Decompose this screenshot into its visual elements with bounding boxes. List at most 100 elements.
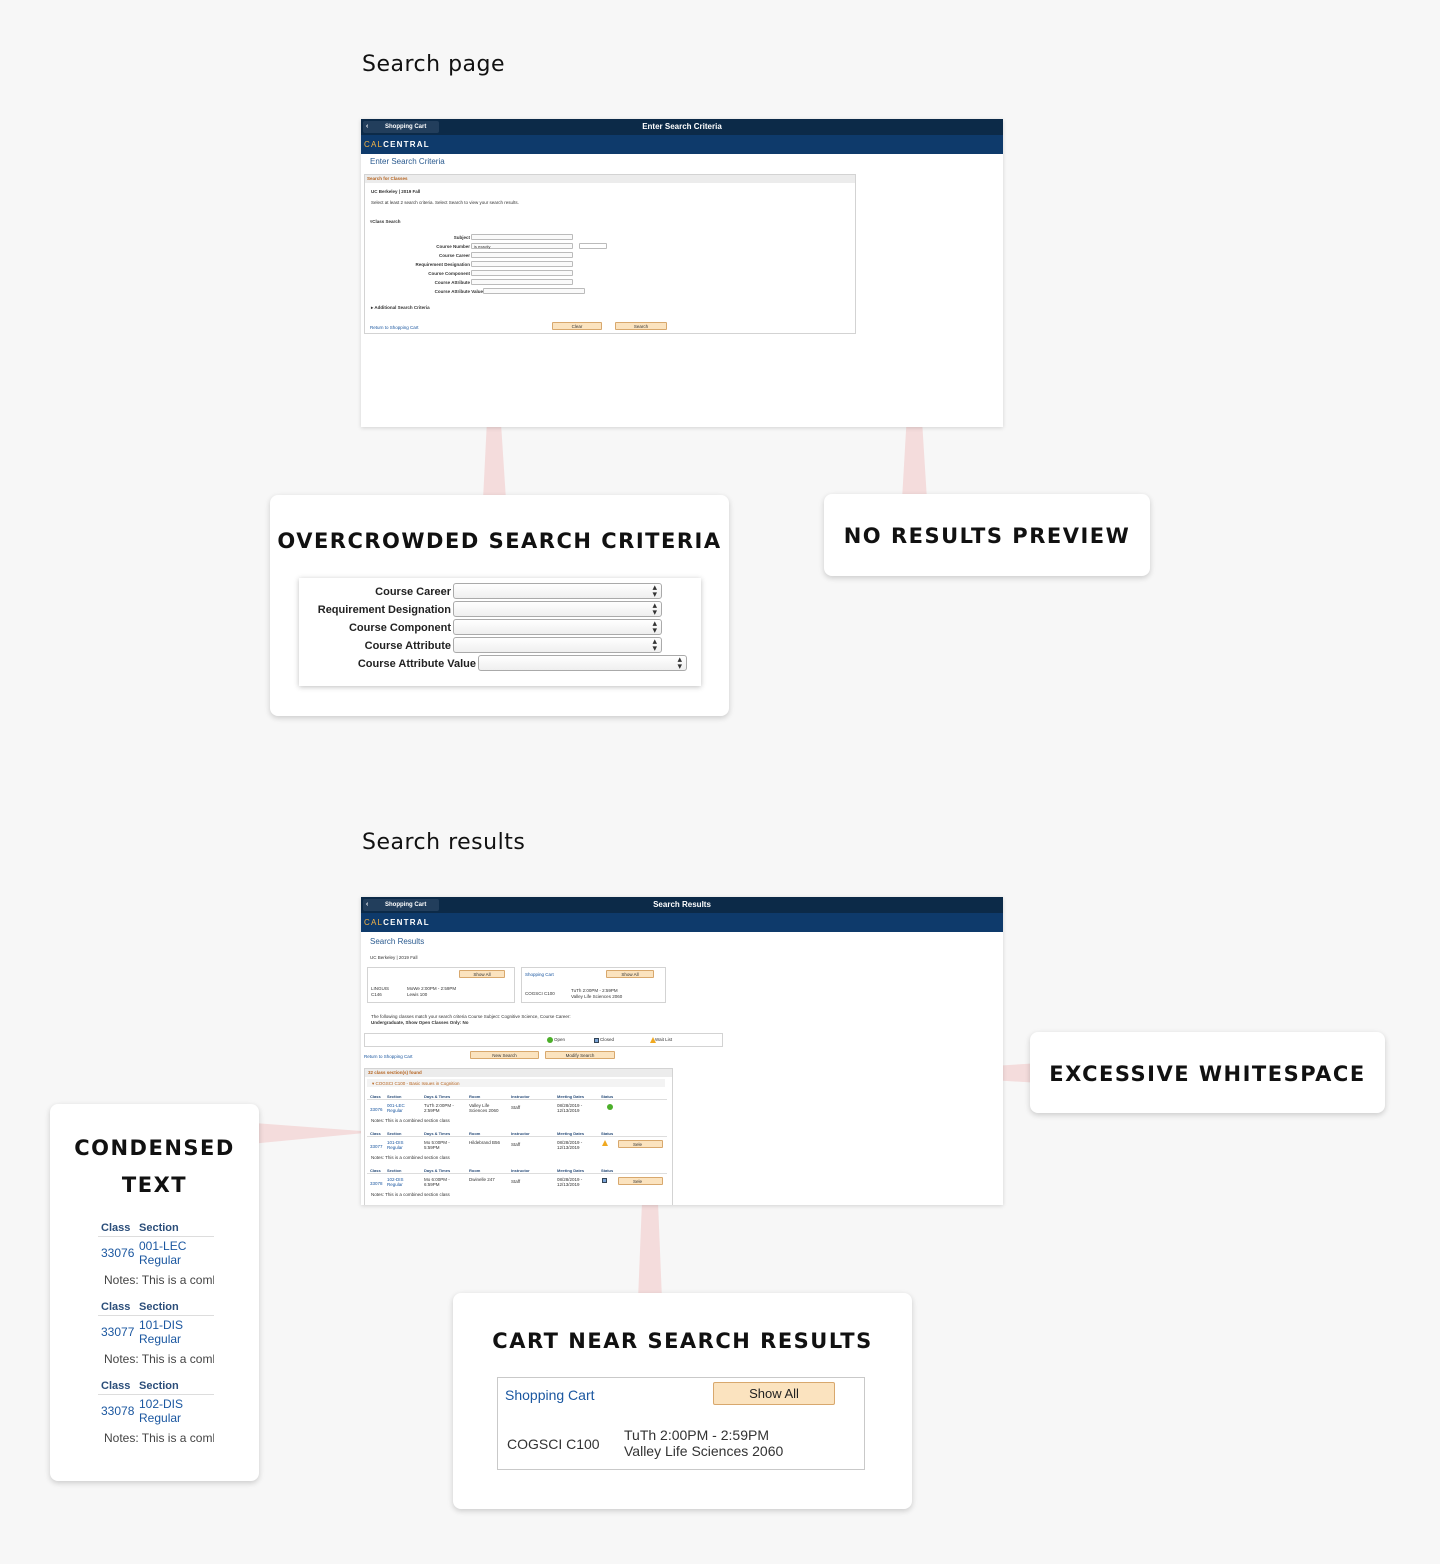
search-results-screenshot: ‹ Shopping Cart Search Results CALCENTRA… [361, 897, 1003, 1205]
result-col-header: Days & Times [424, 1168, 451, 1173]
term-label: UC Berkeley | 2019 Fall [371, 189, 421, 194]
result-class-number[interactable]: 33076 [370, 1107, 383, 1112]
show-all-enrolled-button[interactable]: Show All [459, 970, 505, 978]
callout-cart: CART NEAR SEARCH RESULTS Shopping Cart S… [453, 1293, 912, 1509]
result-dates-2: 12/13/2019 [557, 1182, 580, 1187]
condensed-section[interactable]: 001-LEC [139, 1239, 186, 1253]
course-group-header: ▾ COGSCI C100 - Basic Issues in Cognitio… [372, 1081, 460, 1086]
condensed-class-number[interactable]: 33076 [101, 1246, 134, 1260]
result-note: Notes: This is a combined section class [371, 1118, 450, 1123]
class-search-toggle[interactable]: ▿Class Search [370, 219, 401, 225]
cart-time: TuTh 2:00PM - 2:59PM [571, 988, 618, 993]
result-col-header: Status [601, 1131, 614, 1136]
result-col-header: Section [387, 1131, 402, 1136]
callout-condensed: CONDENSED TEXT Class Section 33076 001-LEC R… [50, 1104, 259, 1481]
attribute-value-select[interactable] [483, 288, 585, 294]
clear-button[interactable]: Clear [552, 322, 602, 330]
cart-box-title: Shopping Cart [525, 972, 554, 977]
select-class-button[interactable]: Sele [618, 1177, 663, 1185]
zoom-label-career: Course Career [375, 586, 451, 598]
term-label: UC Berkeley | 2019 Fall [370, 955, 418, 960]
select-arrows-icon: ▴ ▾ [652, 636, 657, 653]
condensed-header-rule [98, 1315, 214, 1316]
component-select[interactable] [471, 270, 573, 276]
zoom-label-requirement: Requirement Designation [317, 604, 451, 616]
zoom-label-attribute: Course Attribute [364, 640, 451, 652]
condensed-section-type: Regular [139, 1411, 182, 1425]
result-room-2: Sciences 2060 [469, 1108, 499, 1113]
criteria-zoom: Course Career ▴ ▾ Requirement Designation… [299, 578, 701, 686]
callout-no-results: NO RESULTS PREVIEW [824, 494, 1150, 576]
select-arrows-icon: ▴ ▾ [652, 582, 657, 599]
result-instructor: Staff [511, 1105, 521, 1110]
subject-select[interactable] [471, 234, 573, 240]
enrolled-course-a: LINGUIS [371, 986, 390, 991]
calcentral-logo: CALCENTRAL [364, 918, 430, 927]
closed-square-icon [594, 1038, 599, 1043]
condensed-class-header: Class [101, 1380, 131, 1392]
course-career-select[interactable] [471, 252, 573, 258]
zoom-component-select[interactable]: ▴ ▾ [453, 619, 662, 635]
condensed-section-header: Section [139, 1222, 179, 1234]
callout-whitespace: EXCESSIVE WHITESPACE [1030, 1032, 1385, 1113]
legend-waitlist: Wait List [655, 1037, 673, 1042]
zoom-career-select[interactable]: ▴ ▾ [453, 583, 662, 599]
result-class-number[interactable]: 33078 [370, 1181, 383, 1186]
result-col-header: Meeting Dates [557, 1168, 585, 1173]
condensed-class-number[interactable]: 33077 [101, 1325, 134, 1339]
return-to-cart-link[interactable]: Return to Shopping Cart [364, 1054, 413, 1059]
result-section-type: Regular [387, 1108, 403, 1113]
callout-whitespace-title: EXCESSIVE WHITESPACE [1049, 1062, 1366, 1086]
callout-condensed-title-2: TEXT [121, 1173, 188, 1197]
modify-search-button[interactable]: Modify Search [545, 1051, 615, 1059]
condensed-class-number[interactable]: 33078 [101, 1404, 134, 1418]
pointer-condensed [240, 1122, 375, 1145]
condensed-note: Notes: This is a comb [104, 1431, 214, 1445]
open-circle-icon [547, 1037, 553, 1043]
result-section-type: Regular [387, 1182, 403, 1187]
result-col-header: Meeting Dates [557, 1131, 585, 1136]
select-arrows-icon: ▴ ▾ [677, 654, 682, 671]
result-room: Hildebrand B56 [469, 1140, 501, 1145]
condensed-section[interactable]: 102-DIS [139, 1397, 183, 1411]
result-col-header: Section [387, 1094, 402, 1099]
additional-criteria-toggle[interactable]: ▸ Additional Search Criteria [371, 305, 430, 311]
header-title: Enter Search Criteria [642, 122, 722, 131]
open-circle-icon [607, 1104, 613, 1110]
zoom-label-attribute-value: Course Attribute Value [357, 658, 476, 670]
select-class-button[interactable]: Sele [618, 1140, 663, 1148]
criteria-summary-1: The following classes match your search … [371, 1014, 571, 1019]
result-days-2: 6:59PM [424, 1182, 440, 1187]
field-label-course-career: Course Career [438, 253, 470, 258]
panel-title: Search for Classes [367, 176, 408, 181]
cart-course: COGSCI C100 [525, 991, 555, 996]
result-class-number[interactable]: 33077 [370, 1144, 383, 1149]
result-col-header: Instructor [511, 1131, 530, 1136]
search-button[interactable]: Search [615, 322, 667, 330]
zoom-attribute-value-select[interactable]: ▴ ▾ [478, 655, 687, 671]
condensed-header-rule [98, 1236, 214, 1237]
calcentral-logo: CALCENTRAL [364, 140, 430, 149]
legend-closed: Closed [600, 1037, 615, 1042]
callout-no-results-title: NO RESULTS PREVIEW [843, 524, 1131, 548]
course-number-select[interactable]: is exactly [471, 243, 573, 249]
attribute-select[interactable] [471, 279, 573, 285]
enrolled-time: MoWe 2:00PM - 2:59PM [407, 986, 457, 991]
condensed-section[interactable]: 101-DIS [139, 1318, 183, 1332]
course-number-input[interactable] [579, 243, 607, 249]
condensed-section-type: Regular [139, 1253, 182, 1267]
condensed-header-rule [98, 1394, 214, 1395]
cart-zoom-room: Valley Life Sciences 2060 [624, 1443, 784, 1459]
requirement-select[interactable] [471, 261, 573, 267]
cart-zoom-show-all-button[interactable]: Show All [713, 1382, 835, 1405]
zoom-attribute-select[interactable]: ▴ ▾ [453, 637, 662, 653]
result-col-header: Instructor [511, 1168, 530, 1173]
result-col-header: Days & Times [424, 1131, 451, 1136]
result-days-2: 5:59PM [424, 1145, 440, 1150]
show-all-cart-button[interactable]: Show All [606, 970, 654, 978]
result-note: Notes: This is a combined section class [371, 1192, 450, 1197]
zoom-requirement-select[interactable]: ▴ ▾ [453, 601, 662, 617]
new-search-button[interactable]: New Search [470, 1051, 539, 1059]
return-to-cart-link[interactable]: Return to Shopping Cart [370, 325, 419, 330]
waitlist-triangle-icon [602, 1140, 608, 1146]
